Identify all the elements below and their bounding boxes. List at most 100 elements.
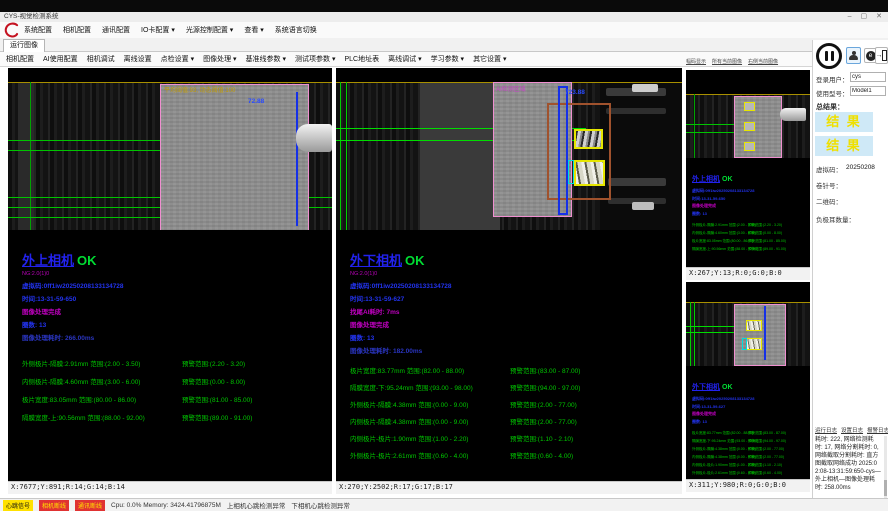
coords-status-lower: X:270;Y:2502;R:17;G:17;B:17	[336, 481, 682, 494]
turns-line: 圈数: 13	[692, 419, 806, 425]
measurement-warn: 预警范围:(0.00 - 8.00)	[182, 376, 245, 386]
time-line: 时间:13-31-59-627	[350, 293, 670, 303]
measurement-warn: 预警范围:(94.00 - 97.00)	[748, 439, 786, 444]
measurement-warn: 预警范围:(2.00 - 77.00)	[748, 455, 784, 460]
camera-name: 外上相机	[22, 253, 74, 268]
mini-tab-right-images[interactable]: 右侧当前图像	[748, 58, 778, 65]
tool-offline-debug[interactable]: 离线调试 ▾	[388, 54, 421, 64]
barcode-line: 虚拟码:0ff1iw20250208133134728	[22, 280, 322, 290]
screen-top-strip	[0, 0, 888, 12]
barcode-line: 虚拟码:0ff1iw20250208133134728	[350, 280, 670, 290]
tool-learning-params[interactable]: 学习参数 ▾	[431, 54, 464, 64]
menu-light-config[interactable]: 光源控制配置 ▾	[186, 25, 233, 35]
status-bar: 心跳信号 相机断线 通讯断线 Cpu: 0.0% Memory: 3424.41…	[0, 498, 888, 511]
measurement-warn: 预警范围:(0.00 - 8.00)	[748, 231, 782, 236]
height-measure-rect	[558, 86, 568, 215]
close-icon[interactable]: ✕	[876, 12, 882, 22]
login-user-input[interactable]	[850, 72, 886, 82]
measurement-warn: 预警范围:(0.60 - 4.00)	[510, 450, 573, 460]
mini-tab-all-images[interactable]: 所有当前图像	[712, 58, 742, 65]
tool-other-settings[interactable]: 其它设置 ▾	[473, 54, 506, 64]
green-vline	[690, 302, 691, 366]
process-done-line: 图像处理完成	[692, 411, 806, 417]
tab-detect-box	[746, 338, 762, 350]
window-controls: – ▢ ✕	[848, 12, 882, 22]
measurement-main: 内侧极片-极片:1.90mm 范围:(1.00 - 2.20)	[692, 463, 748, 468]
login-user-label: 登录用户：	[816, 74, 849, 84]
green-hline	[8, 150, 160, 151]
mini-overlay-lower: 外下相机OK 虚拟码:0ff1iw20250208133134728 时间:13…	[692, 376, 806, 479]
menu-view[interactable]: 查看 ▾	[244, 25, 263, 35]
log-tab-alarm[interactable]: 报警日志	[867, 426, 888, 434]
coords-status-mini-upper: X:267;Y:13;R:0;G:0;B:0	[686, 267, 810, 280]
measurement-warn: 预警范围:(2.00 - 77.00)	[510, 399, 577, 409]
tab-edge-cyan-box	[568, 160, 574, 184]
measurement-warn: 预警范围:(81.00 - 85.00)	[182, 394, 252, 404]
comm-offline-badge: 通讯断线	[75, 500, 105, 511]
mini-view-upper[interactable]: 外上相机OK 虚拟码:0ff1iw20250208133134728 时间:13…	[686, 70, 810, 280]
model-label: 使用型号：	[816, 88, 849, 98]
measurement-main: 外侧极片-极片:2.61mm 范围:(0.60 - 4.00)	[692, 471, 748, 476]
green-hline	[8, 197, 160, 198]
green-vline	[346, 82, 347, 230]
logout-button[interactable]: →	[875, 47, 888, 64]
log-scrollbar[interactable]	[884, 436, 887, 498]
virtual-code-label: 虚拟码：	[816, 164, 842, 174]
time-line: 时间:13-31-59-650	[692, 196, 806, 202]
measurement-main: 隔膜宽度-下:95.24mm 范围:(93.00 - 98.00)	[692, 439, 748, 444]
result-ok: OK	[722, 384, 733, 391]
qr-code-label: 二维码：	[816, 196, 842, 206]
mini-tab-code-display[interactable]: 幅码显示	[686, 58, 706, 65]
roller-part	[780, 108, 806, 121]
tool-baseline-params[interactable]: 基准线参数 ▾	[246, 54, 286, 64]
camera-view-lower[interactable]: AI检测区域 723.88 外下相机OK NG:2.0(1)0 虚拟码:0ff1…	[336, 68, 682, 494]
tool-test-params[interactable]: 测试项参数 ▾	[295, 54, 335, 64]
model-input[interactable]	[850, 86, 886, 96]
menu-system-config[interactable]: 系统配置	[24, 25, 52, 35]
lower-camera-warning: 下相机心跳检测异常	[291, 500, 350, 510]
mini-image-lower	[686, 302, 810, 366]
measurement-warn: 预警范围:(83.00 - 87.00)	[510, 365, 580, 375]
measurement-main: 极片宽度:83.77mm 范围:(82.00 - 88.00)	[692, 431, 748, 436]
menu-camera-config[interactable]: 相机配置	[63, 25, 91, 35]
tool-image-processing[interactable]: 图像处理 ▾	[203, 54, 236, 64]
menu-io-config[interactable]: IO卡配置 ▾	[141, 25, 175, 35]
maximize-icon[interactable]: ▢	[861, 12, 868, 22]
machinery-highlight	[632, 84, 658, 92]
log-tab-run[interactable]: 运行日志	[815, 426, 837, 434]
measurement-warn: 预警范围:(89.00 - 91.00)	[182, 412, 252, 422]
menu-comm-config[interactable]: 通讯配置	[102, 25, 130, 35]
overlay-text-upper: 外上相机OK NG:2.0(1)0 虚拟码:0ff1iw202502081331…	[22, 250, 322, 430]
log-tab-settings[interactable]: 设置日志	[841, 426, 863, 434]
measurement-main: 隔膜宽度-下:95.24mm 范围:(93.00 - 98.00)	[350, 382, 510, 392]
tab-detect-box	[744, 102, 755, 111]
minimize-icon[interactable]: –	[848, 12, 852, 22]
app-logo-icon	[3, 22, 21, 38]
measurement-warn: 预警范围:(2.20 - 3.20)	[182, 358, 245, 368]
measurement-main: 外侧极片-隔膜:2.91mm 范围:(2.00 - 3.50)	[692, 223, 748, 228]
measurement-main: 极片宽度:83.05mm 范围:(80.00 - 86.00)	[692, 239, 748, 244]
tool-plc-table[interactable]: PLC地址表	[345, 54, 380, 64]
user-button[interactable]	[846, 47, 861, 64]
measurement-warn: 预警范围:(2.00 - 77.00)	[510, 416, 577, 426]
tool-offline-settings[interactable]: 离线设置	[124, 54, 152, 64]
mini-image-upper	[686, 94, 810, 158]
menu-language[interactable]: 系统语言切换	[275, 25, 317, 35]
turns-line: 圈数: 13	[350, 332, 670, 342]
camera-name: 外下相机	[350, 253, 402, 268]
mini-view-lower[interactable]: 外下相机OK 虚拟码:0ff1iw20250208133134728 时间:13…	[686, 282, 810, 492]
result-box-lower: 结 果	[815, 136, 873, 156]
camera-image-lower: AI检测区域 723.88	[336, 82, 682, 230]
tool-ai-config[interactable]: AI使用配置	[43, 54, 78, 64]
log-scrollbar-thumb[interactable]	[884, 480, 887, 496]
tab-run-image[interactable]: 运行图像	[3, 39, 45, 53]
pause-button[interactable]	[816, 43, 842, 69]
mini-view-tabs: 幅码显示 所有当前图像 右侧当前图像	[686, 55, 826, 67]
green-hline	[308, 197, 332, 198]
camera-view-upper[interactable]: 平均阈值:93, 动态阈值:100 72.88 外上相机OK NG:2.0(1)…	[8, 68, 332, 494]
result-box-upper: 结 果	[815, 112, 873, 132]
tab-detect-box	[746, 320, 762, 331]
tool-camera-debug[interactable]: 相机调试	[87, 54, 115, 64]
tool-camera-config[interactable]: 相机配置	[6, 54, 34, 64]
tool-spotcheck-settings[interactable]: 点检设置 ▾	[161, 54, 194, 64]
